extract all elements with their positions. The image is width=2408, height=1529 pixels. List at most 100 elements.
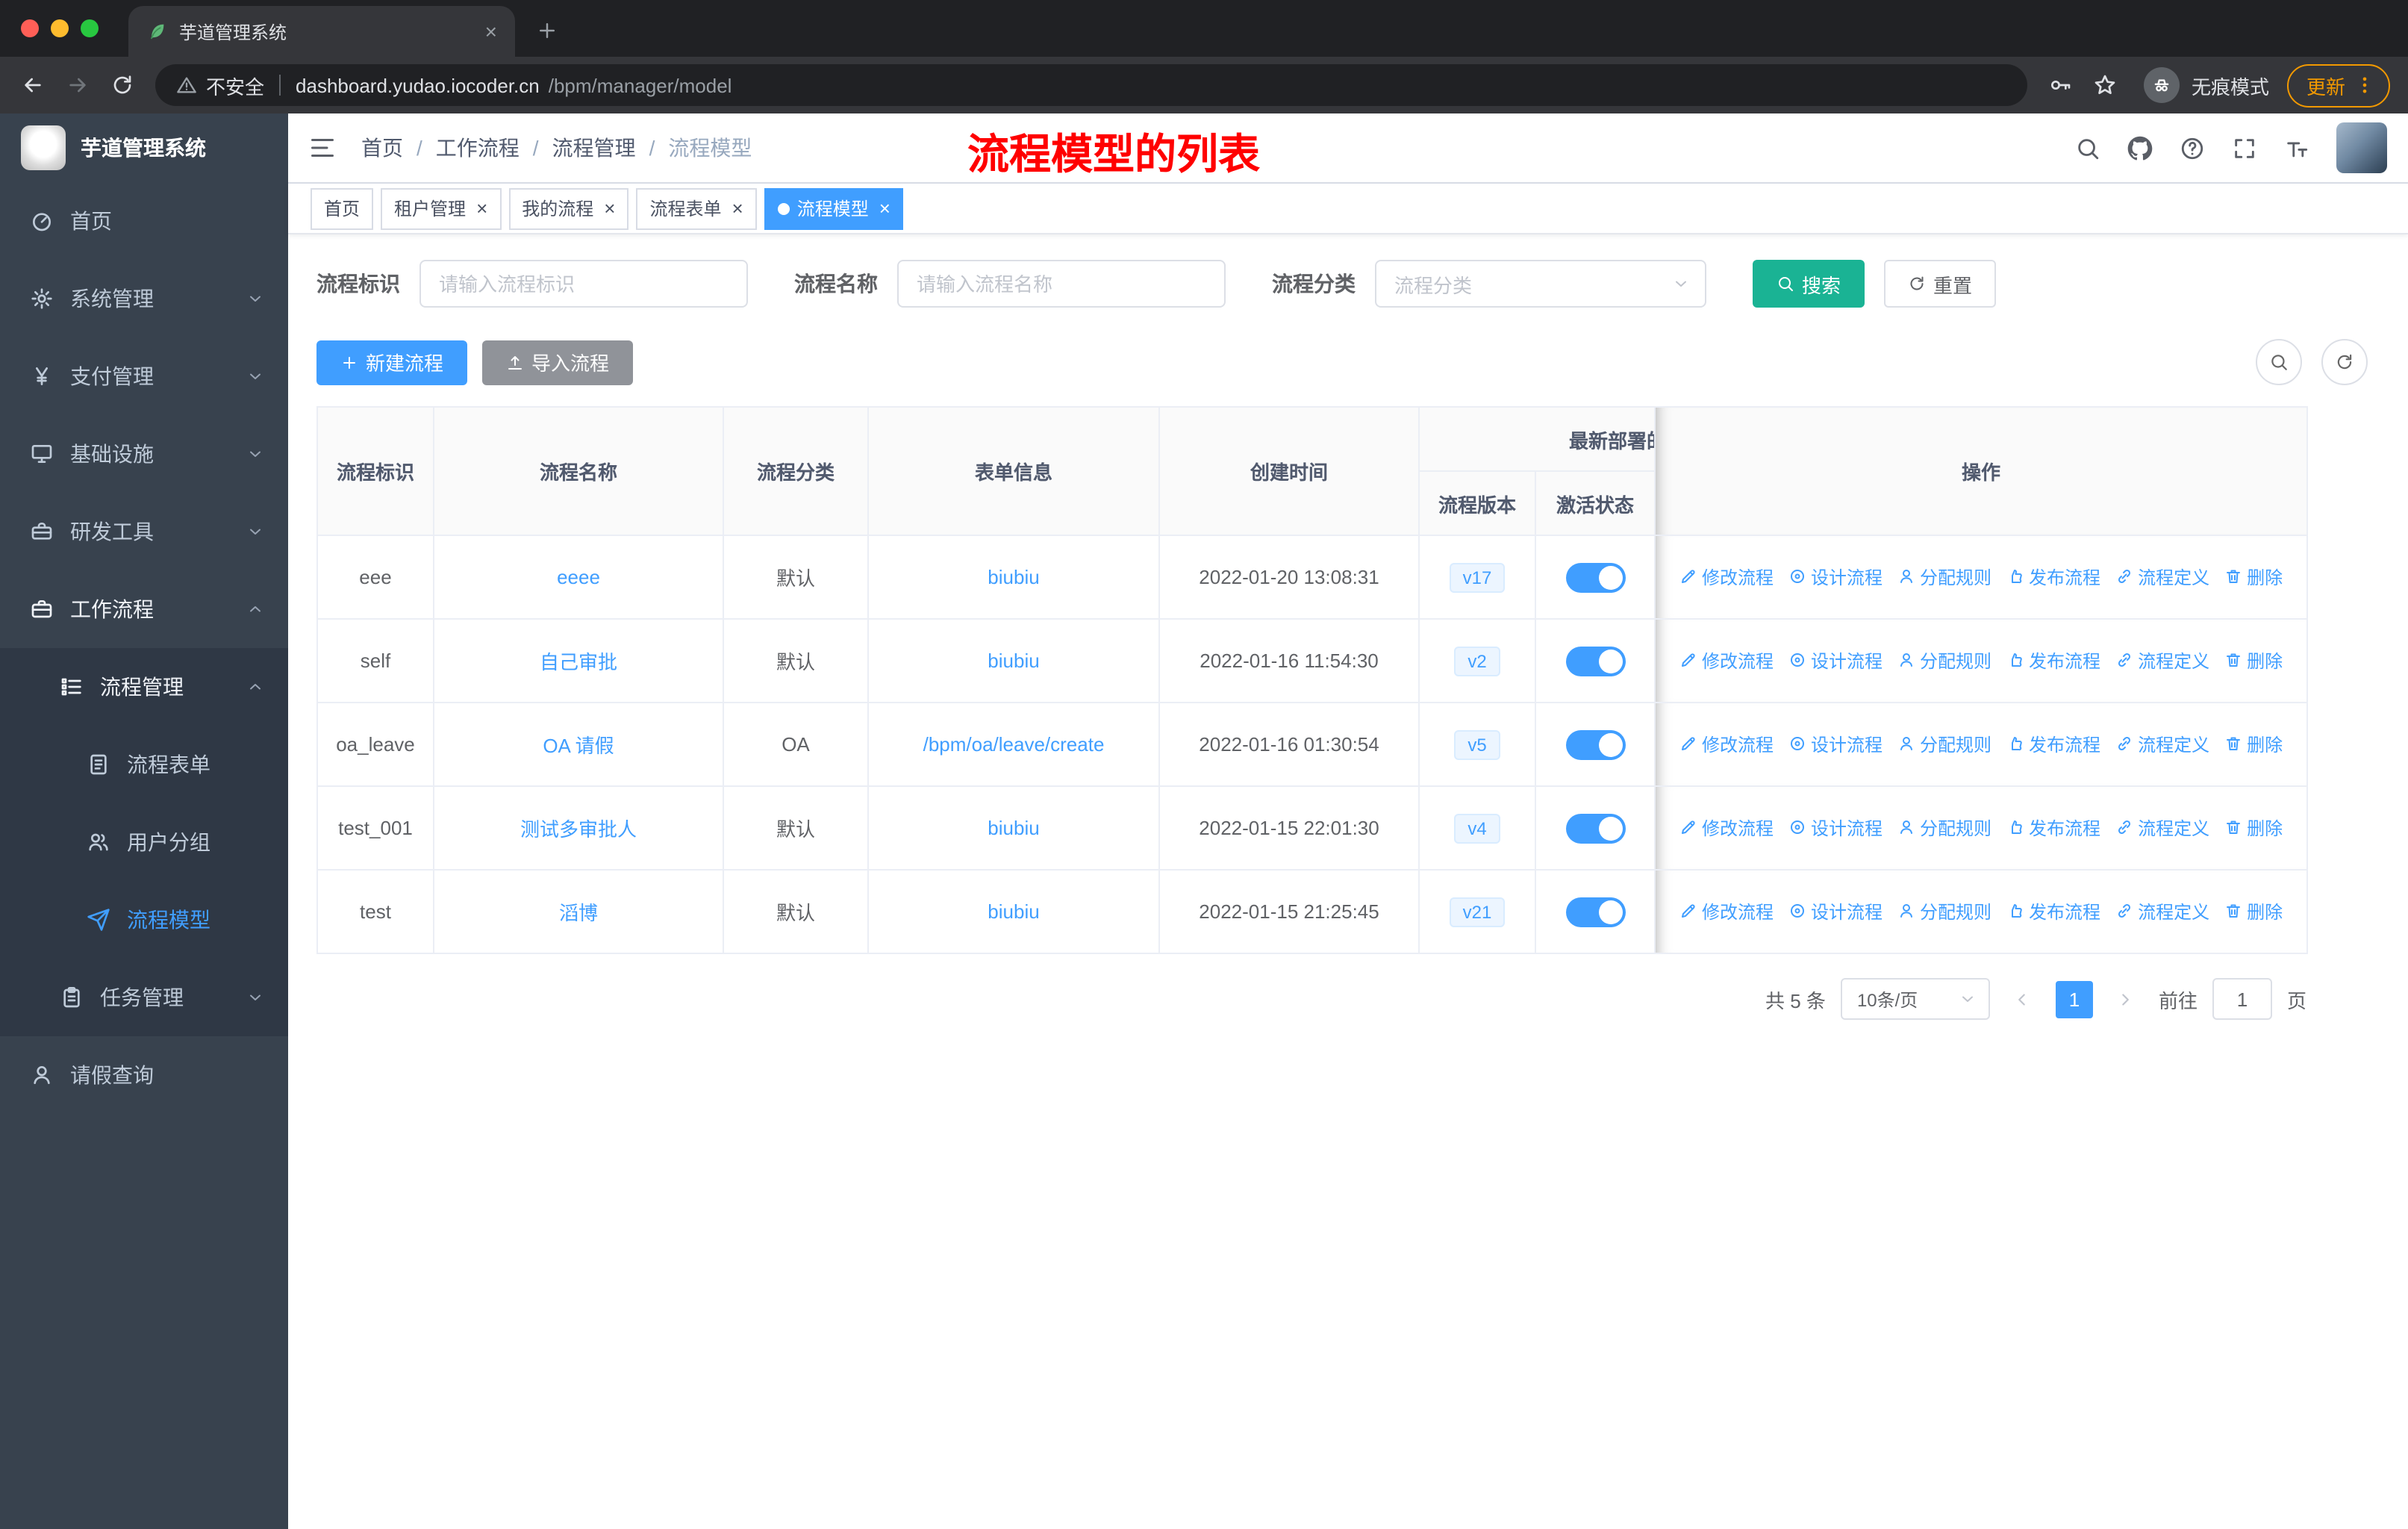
action-assign-rule-link[interactable]: 分配规则: [1897, 899, 1991, 924]
sidebar-item-leave-query[interactable]: 请假查询: [0, 1036, 288, 1114]
close-window-button[interactable]: [21, 19, 39, 37]
address-bar[interactable]: 不安全 dashboard.yudao.iocoder.cn/bpm/manag…: [155, 64, 2027, 106]
reset-button[interactable]: 重置: [1884, 260, 1997, 308]
sidebar-item-home[interactable]: 首页: [0, 182, 288, 260]
browser-update-menu-button[interactable]: 更新: [2286, 63, 2390, 107]
action-modify-link[interactable]: 修改流程: [1679, 648, 1774, 673]
action-assign-rule-link[interactable]: 分配规则: [1897, 564, 1991, 590]
action-definition-link[interactable]: 流程定义: [2115, 648, 2209, 673]
goto-page-input[interactable]: [2212, 978, 2272, 1020]
process-name-link[interactable]: 自己审批: [540, 651, 617, 673]
tag-租户管理[interactable]: 租户管理 ×: [381, 187, 502, 229]
not-secure-warning-icon[interactable]: [176, 75, 197, 96]
form-info-link[interactable]: biubiu: [988, 650, 1039, 672]
incognito-badge[interactable]: 无痕模式: [2143, 67, 2269, 103]
action-definition-link[interactable]: 流程定义: [2115, 899, 2209, 924]
tag-close-icon[interactable]: ×: [604, 197, 615, 219]
sidebar-item-process-management[interactable]: 流程管理: [0, 648, 288, 726]
tag-流程模型[interactable]: 流程模型 ×: [764, 187, 904, 229]
sidebar-item-task-management[interactable]: 任务管理: [0, 959, 288, 1036]
minimize-window-button[interactable]: [51, 19, 69, 37]
tab-close-icon[interactable]: ×: [485, 19, 497, 43]
action-modify-link[interactable]: 修改流程: [1679, 732, 1774, 757]
action-definition-link[interactable]: 流程定义: [2115, 815, 2209, 841]
action-modify-link[interactable]: 修改流程: [1679, 564, 1774, 590]
reload-button[interactable]: [102, 64, 143, 106]
breadcrumb-item[interactable]: 工作流程: [436, 133, 520, 163]
prev-page-button[interactable]: [2005, 981, 2041, 1017]
page-size-select[interactable]: 10条/页: [1840, 978, 1990, 1020]
process-name-input[interactable]: [897, 260, 1226, 308]
create-process-button[interactable]: 新建流程: [316, 340, 468, 384]
sidebar-toggle-button[interactable]: [309, 134, 336, 161]
tag-close-icon[interactable]: ×: [476, 197, 487, 219]
form-info-link[interactable]: biubiu: [988, 566, 1039, 588]
github-icon[interactable]: [2127, 135, 2153, 161]
action-assign-rule-link[interactable]: 分配规则: [1897, 815, 1991, 841]
action-design-link[interactable]: 设计流程: [1788, 815, 1883, 841]
zoom-window-button[interactable]: [81, 19, 99, 37]
process-name-link[interactable]: eeee: [557, 566, 600, 588]
header-search-button[interactable]: [2075, 135, 2100, 161]
sidebar-item-user-group[interactable]: 用户分组: [0, 803, 288, 881]
action-delete-link[interactable]: 删除: [2224, 815, 2283, 841]
refresh-table-button[interactable]: [2321, 339, 2368, 385]
import-process-button[interactable]: 导入流程: [482, 340, 634, 384]
action-modify-link[interactable]: 修改流程: [1679, 815, 1774, 841]
sidebar-item-workflow[interactable]: 工作流程: [0, 570, 288, 648]
tag-首页[interactable]: 首页: [311, 187, 374, 229]
action-design-link[interactable]: 设计流程: [1788, 732, 1883, 757]
sidebar-item-payment-management[interactable]: 支付管理: [0, 337, 288, 415]
action-delete-link[interactable]: 删除: [2224, 732, 2283, 757]
process-name-link[interactable]: OA 请假: [543, 735, 614, 757]
process-id-input[interactable]: [419, 260, 748, 308]
form-info-link[interactable]: biubiu: [988, 817, 1039, 839]
action-modify-link[interactable]: 修改流程: [1679, 899, 1774, 924]
action-definition-link[interactable]: 流程定义: [2115, 564, 2209, 590]
breadcrumb-item[interactable]: 流程管理: [552, 133, 636, 163]
browser-tab[interactable]: 芋道管理系统 ×: [128, 6, 515, 57]
sidebar-item-dev-tools[interactable]: 研发工具: [0, 493, 288, 570]
font-size-button[interactable]: [2284, 135, 2309, 161]
action-assign-rule-link[interactable]: 分配规则: [1897, 732, 1991, 757]
action-design-link[interactable]: 设计流程: [1788, 899, 1883, 924]
action-delete-link[interactable]: 删除: [2224, 564, 2283, 590]
next-page-button[interactable]: [2108, 981, 2144, 1017]
action-design-link[interactable]: 设计流程: [1788, 564, 1883, 590]
tag-我的流程[interactable]: 我的流程 ×: [508, 187, 629, 229]
form-info-link[interactable]: /bpm/oa/leave/create: [923, 733, 1105, 756]
process-name-link[interactable]: 滔博: [559, 902, 598, 924]
action-delete-link[interactable]: 删除: [2224, 899, 2283, 924]
fullscreen-button[interactable]: [2232, 135, 2257, 161]
process-name-link[interactable]: 测试多审批人: [520, 818, 637, 841]
user-avatar[interactable]: [2336, 122, 2387, 173]
action-design-link[interactable]: 设计流程: [1788, 648, 1883, 673]
action-delete-link[interactable]: 删除: [2224, 648, 2283, 673]
page-number-button[interactable]: 1: [2055, 980, 2093, 1018]
action-publish-link[interactable]: 发布流程: [2006, 815, 2100, 841]
password-manager-icon[interactable]: [2039, 64, 2081, 106]
new-tab-button[interactable]: [536, 19, 558, 42]
toggle-search-button[interactable]: [2256, 339, 2302, 385]
sidebar-item-process-form[interactable]: 流程表单: [0, 726, 288, 803]
action-publish-link[interactable]: 发布流程: [2006, 648, 2100, 673]
search-button[interactable]: 搜索: [1753, 260, 1865, 308]
tag-close-icon[interactable]: ×: [732, 197, 743, 219]
forward-button[interactable]: [57, 64, 99, 106]
back-button[interactable]: [12, 64, 54, 106]
tag-流程表单[interactable]: 流程表单 ×: [636, 187, 757, 229]
active-toggle[interactable]: [1565, 562, 1625, 592]
help-icon[interactable]: [2180, 135, 2205, 161]
active-toggle[interactable]: [1565, 813, 1625, 843]
app-logo[interactable]: 芋道管理系统: [0, 113, 288, 182]
action-publish-link[interactable]: 发布流程: [2006, 564, 2100, 590]
sidebar-item-system-management[interactable]: 系统管理: [0, 260, 288, 337]
breadcrumb-item[interactable]: 首页: [361, 133, 403, 163]
active-toggle[interactable]: [1565, 729, 1625, 759]
active-toggle[interactable]: [1565, 897, 1625, 927]
active-toggle[interactable]: [1565, 646, 1625, 676]
sidebar-item-infrastructure[interactable]: 基础设施: [0, 415, 288, 493]
action-publish-link[interactable]: 发布流程: [2006, 732, 2100, 757]
form-info-link[interactable]: biubiu: [988, 900, 1039, 923]
category-select[interactable]: 流程分类: [1375, 260, 1706, 308]
